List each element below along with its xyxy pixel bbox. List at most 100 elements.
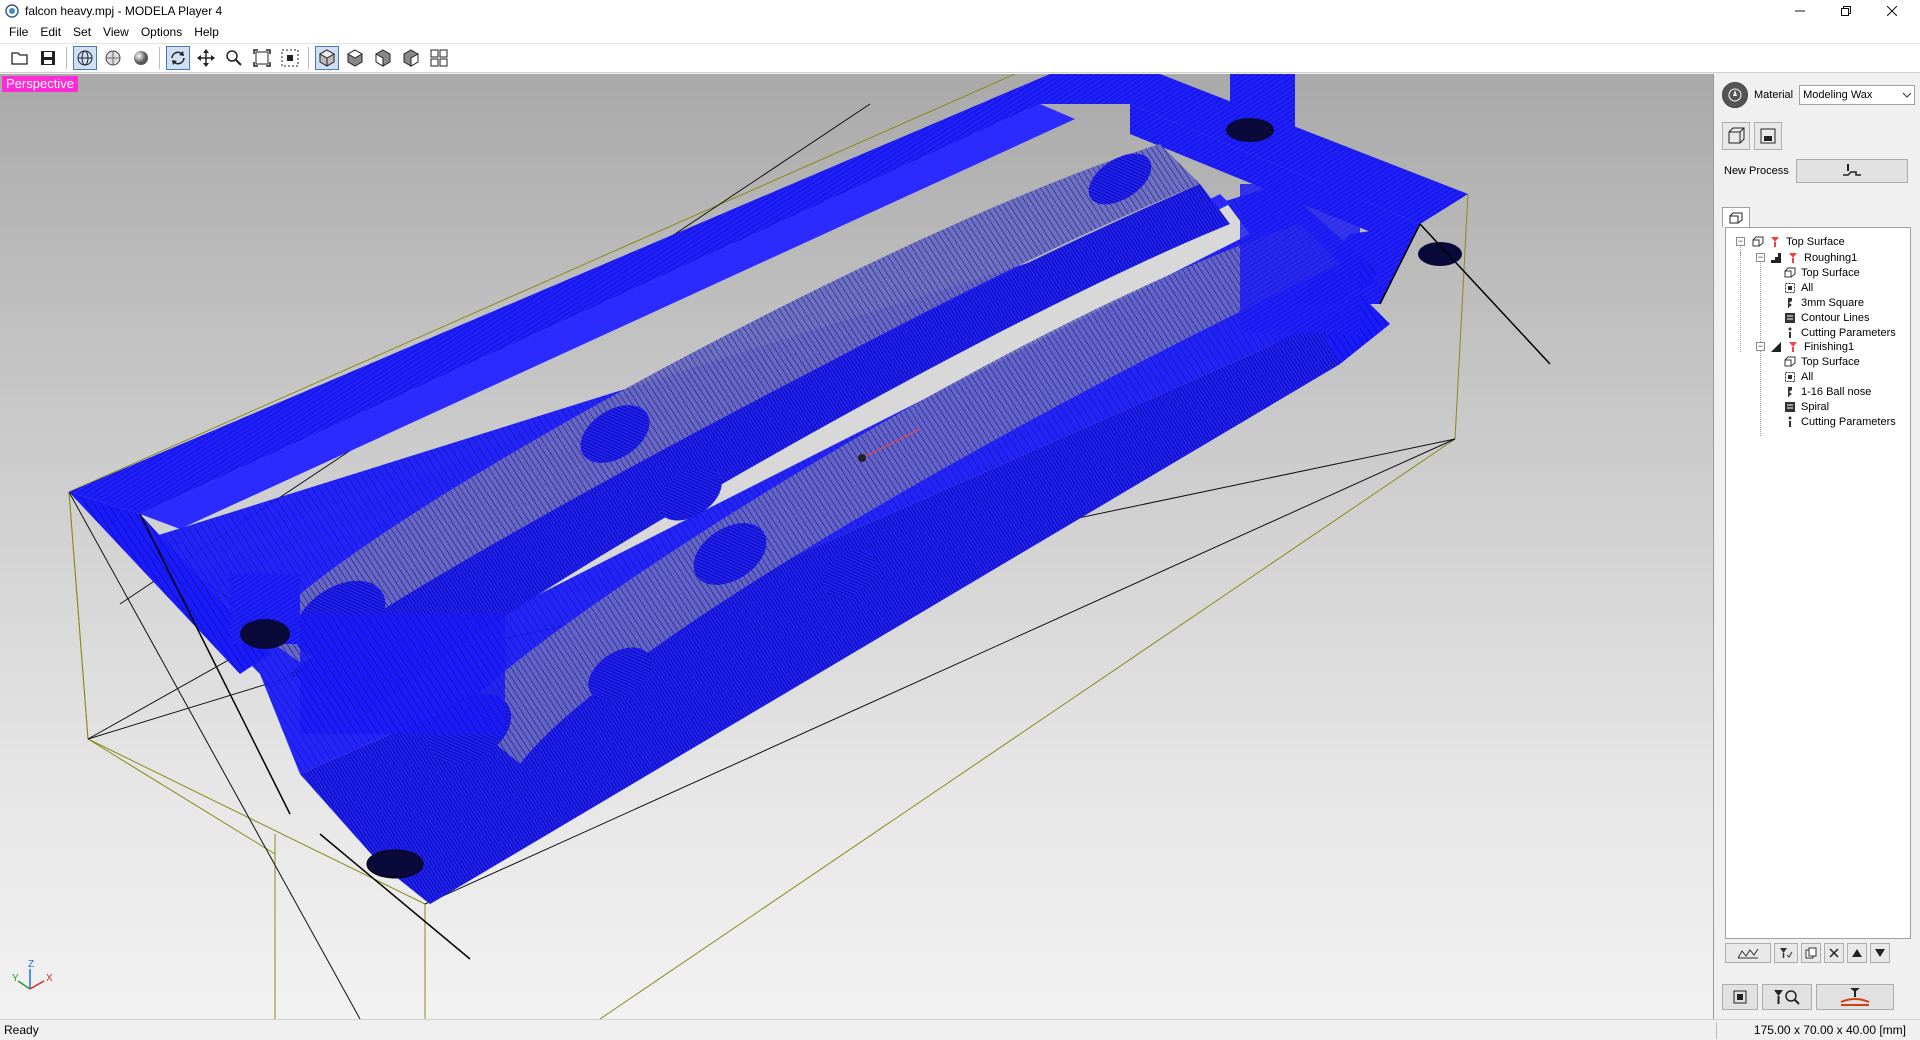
- preview-cutting-button[interactable]: [1725, 943, 1771, 963]
- top-view-button[interactable]: [343, 46, 367, 70]
- material-select[interactable]: Modeling Wax: [1799, 85, 1916, 105]
- menu-view[interactable]: View: [97, 22, 135, 43]
- delete-icon: [1829, 948, 1839, 958]
- toolbar-separator: [159, 47, 160, 69]
- menu-bar: File Edit Set View Options Help: [0, 22, 1920, 43]
- close-button[interactable]: [1869, 0, 1915, 22]
- restore-button[interactable]: [1823, 0, 1869, 22]
- pan-button[interactable]: [194, 46, 218, 70]
- chevron-down-icon: [1903, 92, 1912, 98]
- cutter-icon: [1787, 252, 1799, 264]
- front-view-icon: [375, 49, 391, 67]
- roughing-icon: [1770, 252, 1782, 264]
- workpiece-button[interactable]: [1754, 122, 1782, 150]
- tree-expander[interactable]: −: [1736, 237, 1745, 246]
- iso-view-icon: [318, 49, 336, 67]
- material-button[interactable]: [1722, 82, 1748, 108]
- menu-help[interactable]: Help: [188, 22, 225, 43]
- menu-edit[interactable]: Edit: [34, 22, 67, 43]
- minimize-icon: [1795, 10, 1805, 12]
- front-view-button[interactable]: [371, 46, 395, 70]
- fit-view-icon: [253, 49, 271, 67]
- path-type-icon: [1784, 401, 1796, 413]
- save-button[interactable]: [36, 46, 60, 70]
- model-icon: [1752, 236, 1764, 248]
- process-tree[interactable]: − − − Top Surface Roughing1 Top Surface: [1725, 227, 1911, 939]
- multi-view-button[interactable]: [427, 46, 451, 70]
- top-view-icon: [346, 49, 364, 67]
- tree-item-label: Top Surface: [1801, 267, 1860, 279]
- title-bar: falcon heavy.mpj - MODELA Player 4: [0, 0, 1920, 22]
- tree-item-label: All: [1801, 371, 1814, 383]
- cut-icon: [1840, 988, 1870, 1006]
- fit-view-button[interactable]: [250, 46, 274, 70]
- tree-item-label: Contour Lines: [1801, 312, 1870, 324]
- menu-file[interactable]: File: [3, 22, 34, 43]
- delete-process-button[interactable]: [1824, 943, 1844, 963]
- move-up-button[interactable]: [1847, 943, 1867, 963]
- close-icon: [1887, 6, 1897, 16]
- save-icon: [41, 51, 55, 65]
- tree-item-finishing-path[interactable]: Spiral: [1784, 399, 1829, 415]
- tree-item-roughing1[interactable]: Roughing1: [1770, 250, 1857, 266]
- toolbar: [0, 43, 1920, 73]
- tree-expander[interactable]: −: [1756, 342, 1765, 351]
- status-bar: Ready 175.00 x 70.00 x 40.00 [mm]: [0, 1019, 1920, 1040]
- tree-item-roughing-surface[interactable]: Top Surface: [1784, 265, 1860, 281]
- view-mode-label: Perspective: [2, 76, 78, 92]
- tree-item-label: Roughing1: [1804, 252, 1858, 264]
- output-settings-button[interactable]: [1722, 984, 1758, 1010]
- tree-item-label: Cutting Parameters: [1801, 327, 1896, 339]
- arrow-down-icon: [1875, 949, 1885, 957]
- tree-item-label: Spiral: [1801, 401, 1830, 413]
- file-buttons-row: [1722, 122, 1782, 150]
- copy-icon: [1805, 947, 1817, 959]
- surface-view-button[interactable]: [101, 46, 125, 70]
- tree-expander[interactable]: −: [1756, 253, 1765, 262]
- tree-item-roughing-path[interactable]: Contour Lines: [1784, 310, 1870, 326]
- status-separator: [1716, 1022, 1717, 1039]
- preview-cutting-icon: [1737, 948, 1759, 959]
- preview-button[interactable]: [1762, 984, 1812, 1010]
- shaded-view-icon: [134, 51, 148, 65]
- surface-view-icon: [105, 50, 121, 66]
- tree-item-label: All: [1801, 282, 1814, 294]
- shaded-view-button[interactable]: [129, 46, 153, 70]
- app-icon: [5, 4, 19, 18]
- tree-item-roughing-tool[interactable]: 3mm Square: [1784, 295, 1864, 311]
- workpiece-icon: [1760, 128, 1776, 144]
- tree-item-label: Top Surface: [1801, 356, 1860, 368]
- menu-options[interactable]: Options: [135, 22, 188, 43]
- minimize-button[interactable]: [1777, 0, 1823, 22]
- tree-item-roughing-area[interactable]: All: [1784, 280, 1813, 296]
- 3d-viewport[interactable]: Perspective Z Y X: [0, 74, 1714, 1019]
- edit-process-button[interactable]: [1774, 943, 1798, 963]
- right-view-button[interactable]: [399, 46, 423, 70]
- model-icon: [1728, 127, 1745, 144]
- zoom-button[interactable]: [222, 46, 246, 70]
- process-tree-tab[interactable]: [1722, 207, 1750, 227]
- tree-item-finishing-surface[interactable]: Top Surface: [1784, 354, 1860, 370]
- toolpath-scene: [68, 74, 1551, 1019]
- iso-view-button[interactable]: [315, 46, 339, 70]
- area-icon: [1784, 371, 1796, 383]
- cut-button[interactable]: [1816, 984, 1894, 1010]
- tree-item-finishing1[interactable]: Finishing1: [1770, 339, 1854, 355]
- tree-item-top-surface[interactable]: Top Surface: [1752, 234, 1845, 250]
- tree-item-label: 1-16 Ball nose: [1801, 386, 1872, 398]
- tree-item-finishing-area[interactable]: All: [1784, 369, 1813, 385]
- model-properties-button[interactable]: [1722, 122, 1750, 150]
- tree-item-finishing-params[interactable]: Cutting Parameters: [1784, 414, 1896, 430]
- move-down-button[interactable]: [1870, 943, 1890, 963]
- parameters-icon: [1784, 416, 1796, 428]
- wireframe-view-button[interactable]: [73, 46, 97, 70]
- menu-set[interactable]: Set: [67, 22, 97, 43]
- zoom-window-button[interactable]: [278, 46, 302, 70]
- new-process-button[interactable]: [1796, 159, 1908, 183]
- tree-item-finishing-tool[interactable]: 1-16 Ball nose: [1784, 384, 1871, 400]
- toolbar-separator: [66, 47, 67, 69]
- open-button[interactable]: [8, 46, 32, 70]
- copy-process-button[interactable]: [1801, 943, 1821, 963]
- restore-icon: [1841, 6, 1851, 16]
- rotate-button[interactable]: [166, 46, 190, 70]
